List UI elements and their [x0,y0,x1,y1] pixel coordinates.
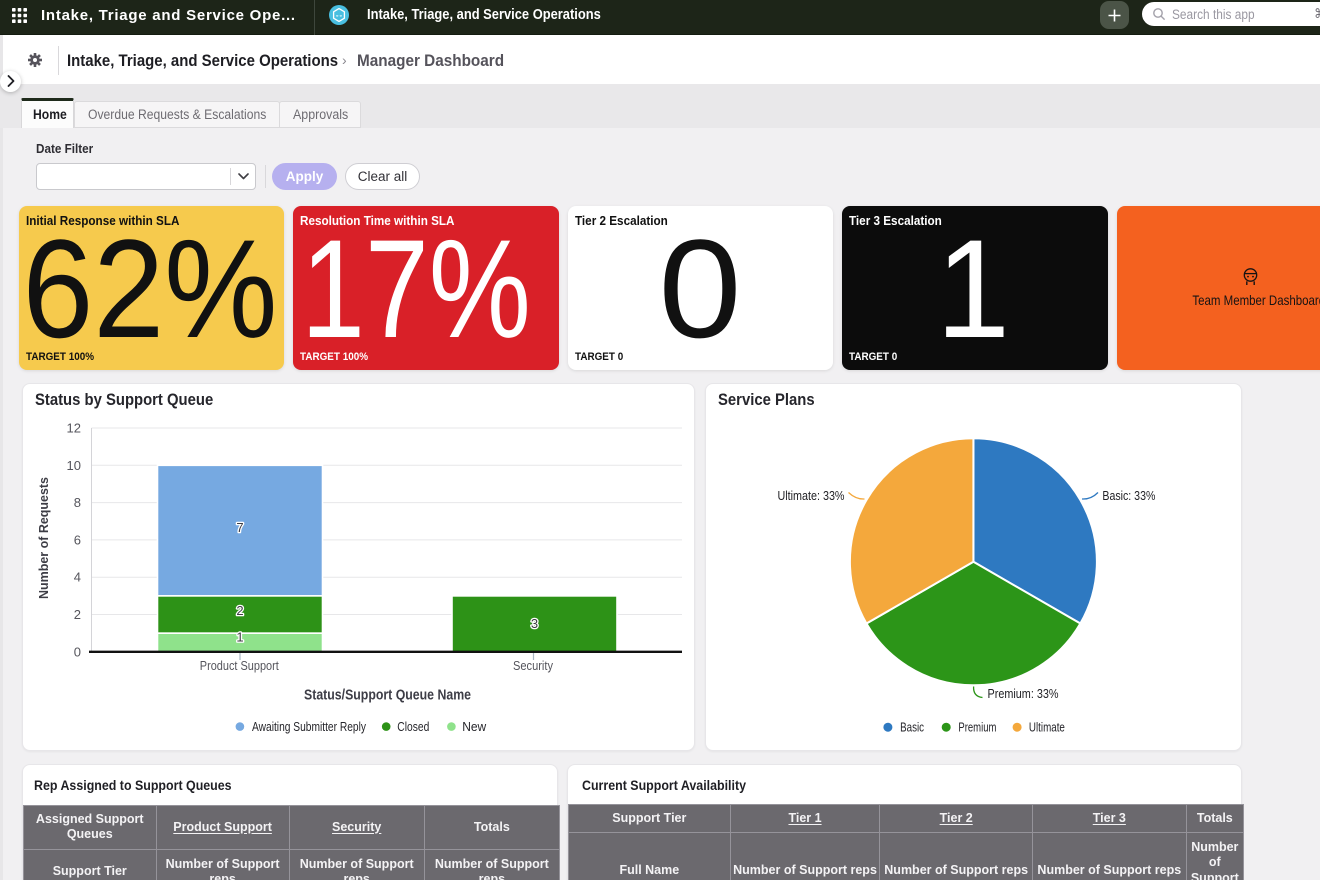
svg-text:New: New [462,720,487,734]
svg-text:Status/Support Queue Name: Status/Support Queue Name [304,688,471,704]
svg-text:2: 2 [236,603,243,618]
svg-text:7: 7 [236,520,243,535]
svg-text:12: 12 [67,421,81,436]
svg-text:Ultimate: 33%: Ultimate: 33% [778,488,845,503]
svg-text:Premium: 33%: Premium: 33% [988,686,1059,701]
svg-text:Closed: Closed [397,720,429,734]
svg-text:10: 10 [67,458,81,473]
svg-text:Number of Requests: Number of Requests [36,477,51,599]
svg-text:Ultimate: Ultimate [1029,720,1065,734]
svg-text:3: 3 [531,616,538,631]
svg-text:1: 1 [236,630,243,645]
svg-text:Security: Security [513,658,553,673]
svg-text:Basic: Basic [900,720,924,734]
svg-text:2: 2 [74,607,81,622]
svg-text:4: 4 [74,570,81,585]
svg-text:0: 0 [74,644,81,659]
svg-text:6: 6 [74,532,81,547]
svg-text:8: 8 [74,495,81,510]
svg-text:Product Support: Product Support [200,658,279,673]
svg-text:Awaiting Submitter Reply: Awaiting Submitter Reply [252,720,367,734]
svg-text:Premium: Premium [958,720,996,734]
svg-text:Basic: 33%: Basic: 33% [1102,488,1155,503]
